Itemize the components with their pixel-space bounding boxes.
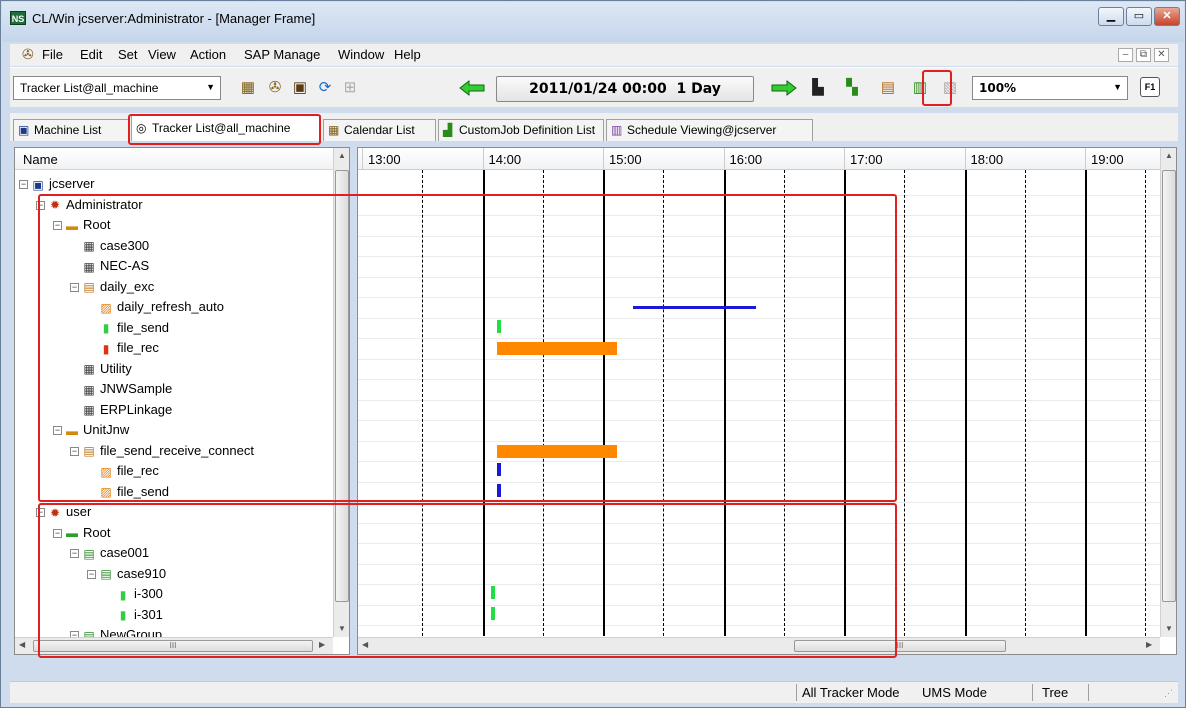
hour-separator	[482, 148, 484, 170]
customjob-icon: ▟	[443, 123, 453, 137]
timeline-header: 13:00 14:00 15:00 16:00 17:00 18:00 19:00	[358, 148, 1160, 170]
tab-customjob-definition-list[interactable]: ▟ CustomJob Definition List	[438, 119, 604, 141]
schedule-icon: ▥	[611, 123, 623, 137]
menu-file[interactable]: File	[42, 47, 63, 62]
hour-separator	[723, 148, 725, 170]
mdi-close-button[interactable]: ✕	[1154, 48, 1169, 62]
highlight-toolbar-button	[922, 70, 952, 106]
scroll-left-icon[interactable]: ◀	[19, 640, 25, 649]
chevron-down-icon: ▼	[1113, 82, 1122, 92]
tab-calendar-list[interactable]: ▦ Calendar List	[323, 119, 436, 141]
mdi-minimize-button[interactable]: –	[1118, 48, 1133, 62]
zoom-value: 100%	[979, 81, 1017, 95]
status-divider	[1032, 684, 1033, 701]
date-range-display[interactable]: 2011/01/24 00:00 1 Day	[496, 76, 754, 102]
span-value: 1 Day	[676, 81, 721, 97]
menu-action[interactable]: Action	[190, 47, 226, 62]
resize-grip-icon[interactable]: ⋰	[1164, 688, 1173, 699]
scroll-up-icon[interactable]: ▲	[1165, 151, 1173, 160]
calendar-icon: ▦	[328, 123, 340, 137]
help-f1-icon[interactable]: F1	[1140, 77, 1160, 97]
hour-label: 17:00	[850, 152, 883, 167]
tab-label: Calendar List	[344, 123, 415, 137]
hour-label: 15:00	[609, 152, 642, 167]
status-bar: All Tracker Mode UMS Mode Tree ⋰	[10, 681, 1178, 703]
menu-bar: ✇ File Edit Set View Action SAP Manage W…	[10, 44, 1178, 66]
hour-gridline	[1085, 170, 1088, 636]
highlight-tracker-tab	[128, 114, 321, 145]
tab-label: Machine List	[34, 123, 102, 137]
save-icon[interactable]: ▣	[290, 78, 310, 98]
status-divider	[1088, 684, 1089, 701]
hour-label: 13:00	[368, 152, 401, 167]
title-bar[interactable]: NS CL/Win jcserver:Administrator - [Mana…	[2, 2, 1184, 42]
half-hour-gridline	[1024, 170, 1026, 636]
next-arrow-icon[interactable]	[770, 79, 798, 97]
tree-row[interactable]: − ▣ jcserver	[19, 174, 95, 195]
tab-schedule-viewing[interactable]: ▥ Schedule Viewing@jcserver	[606, 119, 813, 141]
gantt-vertical-scrollbar[interactable]: ▲ ▼	[1160, 148, 1176, 637]
hour-separator	[603, 148, 605, 170]
mdi-restore-button[interactable]: ⧉	[1136, 48, 1151, 62]
maximize-button[interactable]: ▭	[1126, 7, 1152, 26]
tab-machine-list[interactable]: ▣ Machine List	[13, 119, 129, 141]
tracker-orange-icon[interactable]: ▤	[878, 78, 898, 98]
tree-header[interactable]: Name	[15, 148, 333, 170]
find-icon[interactable]: ⊞	[340, 78, 360, 98]
scroll-down-icon[interactable]: ▼	[1165, 624, 1173, 633]
hour-separator	[1085, 148, 1087, 170]
hour-label: 14:00	[488, 152, 522, 167]
menu-set[interactable]: Set	[118, 47, 138, 62]
status-view-mode: Tree	[1042, 685, 1069, 700]
menu-window[interactable]: Window	[338, 47, 384, 62]
scroll-up-icon[interactable]: ▲	[338, 151, 346, 160]
window-title: CL/Win jcserver:Administrator - [Manager…	[32, 11, 316, 26]
hour-gridline	[964, 170, 967, 636]
tab-label: Schedule Viewing@jcserver	[627, 123, 777, 137]
name-column-header: Name	[23, 152, 58, 167]
view-combo-value: Tracker List@all_machine	[20, 81, 159, 95]
hour-label: 19:00	[1091, 152, 1124, 167]
status-tracker-mode: All Tracker Mode	[802, 685, 900, 700]
scroll-right-icon[interactable]: ▶	[1146, 640, 1152, 649]
menu-view[interactable]: View	[148, 47, 176, 62]
date-value: 2011/01/24 00:00	[529, 81, 667, 97]
tab-label: CustomJob Definition List	[459, 123, 596, 137]
menu-sap-manage[interactable]: SAP Manage	[244, 47, 320, 62]
hour-separator	[844, 148, 846, 170]
open-icon[interactable]: ▦	[238, 78, 258, 98]
prev-arrow-icon[interactable]	[458, 79, 486, 97]
toolbar: Tracker List@all_machine ▼ ▦ ✇ ▣ ⟳ ⊞ 201…	[10, 67, 1178, 107]
machine-icon: ▣	[32, 177, 44, 192]
main-window: NS CL/Win jcserver:Administrator - [Mana…	[0, 0, 1186, 708]
hour-label: 16:00	[729, 152, 763, 167]
close-button[interactable]: ✕	[1154, 7, 1180, 26]
refresh-icon[interactable]: ⟳	[315, 78, 335, 98]
highlight-administrator-group	[38, 194, 897, 502]
tracker-icon[interactable]: ▙	[808, 78, 828, 98]
chevron-down-icon: ▼	[206, 82, 215, 92]
tracker-green-icon[interactable]: ▚	[842, 78, 862, 98]
hour-separator	[964, 148, 966, 170]
system-menu-icon[interactable]: ✇	[22, 46, 34, 63]
menu-edit[interactable]: Edit	[80, 47, 102, 62]
expand-toggle-icon[interactable]: −	[19, 180, 28, 190]
tree-row-label: jcserver	[49, 176, 95, 191]
monitor-icon: ▣	[18, 123, 30, 137]
gantt-scroll-thumb[interactable]	[1162, 170, 1176, 602]
half-hour-gridline	[1145, 170, 1147, 636]
half-hour-gridline	[904, 170, 906, 636]
status-ums-mode: UMS Mode	[922, 685, 988, 700]
status-divider	[796, 684, 797, 701]
app-logo-icon: NS	[10, 11, 26, 25]
zoom-combo[interactable]: 100% ▼	[972, 76, 1128, 100]
view-combo[interactable]: Tracker List@all_machine ▼	[13, 76, 221, 100]
hour-separator	[362, 148, 364, 170]
menu-help[interactable]: Help	[394, 47, 421, 62]
highlight-user-group	[38, 503, 897, 658]
minimize-button[interactable]: ▁	[1098, 7, 1124, 26]
tools-icon[interactable]: ✇	[265, 78, 285, 98]
hour-label: 18:00	[970, 152, 1004, 167]
